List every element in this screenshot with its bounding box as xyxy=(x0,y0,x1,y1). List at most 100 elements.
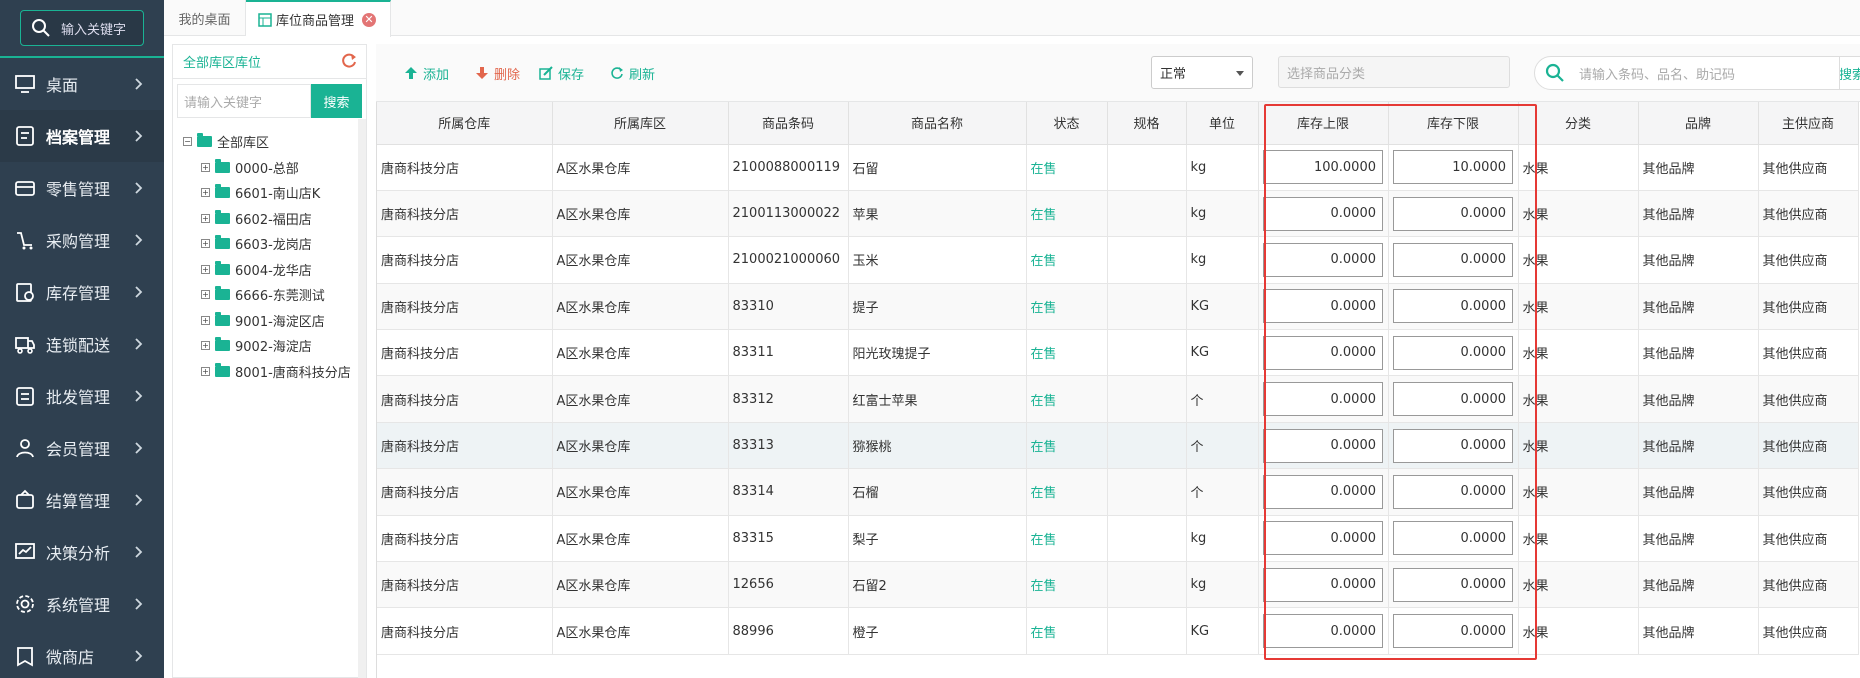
table-row[interactable]: 唐商科技分店 A区水果仓库 83311 阳光玫瑰提子 在售 KG 0.0000 0.0000 水… xyxy=(377,329,1859,377)
column-header[interactable]: 所属库区 xyxy=(552,102,729,145)
stock-lower-input[interactable]: 0.0000 xyxy=(1393,242,1513,277)
stock-lower-input[interactable]: 0.0000 xyxy=(1393,289,1513,324)
tree-node[interactable]: +6601-南山店K xyxy=(183,180,358,206)
expand-icon[interactable]: + xyxy=(201,264,210,274)
table-row[interactable]: 唐商科技分店 A区水果仓库 2100021000060 玉米 在售 kg 0.0000 0.0… xyxy=(377,236,1859,284)
table-row[interactable]: 唐商科技分店 A区水果仓库 2100088000119 石留 在售 kg 100.0000 1… xyxy=(377,144,1859,191)
stock-upper-input[interactable]: 0.0000 xyxy=(1263,614,1383,649)
sidebar-item-10[interactable]: 系统管理 xyxy=(0,578,164,630)
product-search-input[interactable]: 请输入条码、品名、助记码 搜索 xyxy=(1534,56,1860,90)
tree-node[interactable]: +8001-唐商科技分店 xyxy=(183,359,358,385)
stock-upper-input[interactable]: 0.0000 xyxy=(1263,428,1383,463)
stock-lower-input[interactable]: 10.0000 xyxy=(1393,150,1513,185)
stock-upper-input[interactable]: 0.0000 xyxy=(1263,196,1383,231)
table-cell: A区水果仓库 xyxy=(552,515,729,563)
sidebar-item-11[interactable]: 微商店 xyxy=(0,630,164,678)
delete-button[interactable]: 删除 xyxy=(475,62,520,84)
stock-lower-input[interactable]: 0.0000 xyxy=(1393,614,1513,649)
sidebar-item-4[interactable]: 库存管理 xyxy=(0,266,164,318)
stock-lower-input[interactable]: 0.0000 xyxy=(1393,521,1513,556)
refresh-icon[interactable] xyxy=(340,52,358,70)
sidebar-item-8[interactable]: 结算管理 xyxy=(0,474,164,526)
close-icon[interactable]: ✕ xyxy=(362,12,377,27)
stock-lower-input[interactable]: 0.0000 xyxy=(1393,428,1513,463)
expand-icon[interactable]: + xyxy=(201,366,210,376)
table-cell: 梨子 xyxy=(848,515,1027,563)
tree-node[interactable]: +9002-海淀店 xyxy=(183,333,358,359)
table-row[interactable]: 唐商科技分店 A区水果仓库 12656 石留2 在售 kg 0.0000 0.0000 水果 其他… xyxy=(377,561,1859,609)
stock-upper-input[interactable]: 0.0000 xyxy=(1263,289,1383,324)
table-row[interactable]: 唐商科技分店 A区水果仓库 83313 猕猴桃 在售个 0.0000 0.0000 水果 其他品… xyxy=(377,422,1859,470)
column-header[interactable]: 规格 xyxy=(1107,102,1187,145)
tree-node[interactable]: +9001-海淀区店 xyxy=(183,308,358,334)
sidebar-item-5[interactable]: 连锁配送 xyxy=(0,318,164,370)
expand-icon[interactable]: + xyxy=(201,213,210,223)
tab-current[interactable]: 库位商品管理 ✕ xyxy=(246,0,391,37)
tree-node[interactable]: +0000-总部 xyxy=(183,155,358,181)
sidebar-item-1[interactable]: 档案管理 xyxy=(0,110,164,162)
tree-node[interactable]: +6004-龙华店 xyxy=(183,257,358,283)
stock-lower-input[interactable]: 0.0000 xyxy=(1393,567,1513,602)
sidebar-search-input[interactable]: 输入关键字 xyxy=(20,10,144,46)
column-header[interactable]: 库存下限 xyxy=(1388,102,1519,145)
column-header[interactable]: 商品名称 xyxy=(848,102,1027,145)
sidebar-item-0[interactable]: 桌面 xyxy=(0,58,164,110)
expand-icon[interactable]: + xyxy=(201,341,210,351)
table-row[interactable]: 唐商科技分店 A区水果仓库 83314 石榴 在售个 0.0000 0.0000 水果 其他品牌… xyxy=(377,468,1859,516)
expand-icon[interactable]: + xyxy=(201,315,210,325)
product-search-button[interactable]: 搜索 xyxy=(1839,56,1860,90)
expand-icon[interactable]: + xyxy=(201,290,210,300)
column-header[interactable]: 主供应商 xyxy=(1758,102,1859,145)
save-button[interactable]: 保存 xyxy=(539,62,584,84)
expand-icon[interactable]: + xyxy=(201,239,210,249)
column-header[interactable]: 商品条码 xyxy=(728,102,849,145)
stock-upper-input[interactable]: 0.0000 xyxy=(1263,242,1383,277)
stock-upper-input[interactable]: 0.0000 xyxy=(1263,521,1383,556)
add-button[interactable]: 添加 xyxy=(404,62,449,84)
status-select[interactable]: 正常 xyxy=(1151,56,1253,89)
table-cell: 其他供应商 xyxy=(1758,283,1859,331)
sidebar-item-3[interactable]: 采购管理 xyxy=(0,214,164,266)
tree-node[interactable]: +6602-福田店 xyxy=(183,206,358,232)
column-header[interactable]: 所属仓库 xyxy=(377,102,553,145)
stock-upper-input[interactable]: 0.0000 xyxy=(1263,335,1383,370)
expand-icon[interactable]: + xyxy=(201,162,210,172)
refresh-button[interactable]: 刷新 xyxy=(610,62,655,84)
column-header[interactable]: 状态 xyxy=(1026,102,1108,145)
category-select[interactable]: 选择商品分类 xyxy=(1278,56,1510,88)
tree-root[interactable]: − 全部库区 xyxy=(183,129,358,155)
table-cell: 83311 xyxy=(728,329,849,377)
stock-lower-input[interactable]: 0.0000 xyxy=(1393,474,1513,509)
tree-header: 全部库区库位 xyxy=(173,45,366,79)
table-cell: 水果 xyxy=(1518,515,1639,563)
sidebar-item-9[interactable]: 决策分析 xyxy=(0,526,164,578)
stock-lower-input[interactable]: 0.0000 xyxy=(1393,335,1513,370)
tree-node[interactable]: +6603-龙岗店 xyxy=(183,231,358,257)
tree-search-button[interactable]: 搜索 xyxy=(311,84,362,118)
table-row[interactable]: 唐商科技分店 A区水果仓库 83310 提子 在售 KG 0.0000 0.0000 水果 其他品… xyxy=(377,283,1859,331)
collapse-icon[interactable]: − xyxy=(183,137,192,147)
sidebar-item-6[interactable]: 批发管理 xyxy=(0,370,164,422)
column-header[interactable]: 品牌 xyxy=(1638,102,1759,145)
stock-upper-input[interactable]: 0.0000 xyxy=(1263,474,1383,509)
table-cell: A区水果仓库 xyxy=(552,422,729,470)
tab-home[interactable]: 我的桌面 xyxy=(164,0,246,36)
sidebar-item-7[interactable]: 会员管理 xyxy=(0,422,164,474)
column-header[interactable]: 分类 xyxy=(1518,102,1639,145)
table-row[interactable]: 唐商科技分店 A区水果仓库 2100113000022 苹果 在售 kg 0.0000 0.0… xyxy=(377,190,1859,238)
table-row[interactable]: 唐商科技分店 A区水果仓库 83315 梨子 在售 kg 0.0000 0.0000 水果 其他品… xyxy=(377,515,1859,563)
column-header[interactable]: 库存上限 xyxy=(1258,102,1389,145)
sidebar-item-2[interactable]: 零售管理 xyxy=(0,162,164,214)
stock-upper-input[interactable]: 0.0000 xyxy=(1263,567,1383,602)
tree-scrollbar[interactable] xyxy=(358,119,366,678)
stock-lower-input[interactable]: 0.0000 xyxy=(1393,382,1513,417)
tree-node[interactable]: +6666-东莞测试 xyxy=(183,282,358,308)
stock-upper-input[interactable]: 0.0000 xyxy=(1263,382,1383,417)
tree-search-input[interactable]: 请输入关键字 xyxy=(177,84,311,118)
stock-lower-input[interactable]: 0.0000 xyxy=(1393,196,1513,231)
column-header[interactable]: 单位 xyxy=(1186,102,1259,145)
table-row[interactable]: 唐商科技分店 A区水果仓库 83312 红富士苹果 在售个 0.0000 0.0000 水果其… xyxy=(377,375,1859,423)
expand-icon[interactable]: + xyxy=(201,188,210,198)
stock-upper-input[interactable]: 100.0000 xyxy=(1263,150,1383,185)
table-row[interactable]: 唐商科技分店 A区水果仓库 88996 橙子 在售 KG 0.0000 0.0000 水果 其他品… xyxy=(377,607,1859,655)
